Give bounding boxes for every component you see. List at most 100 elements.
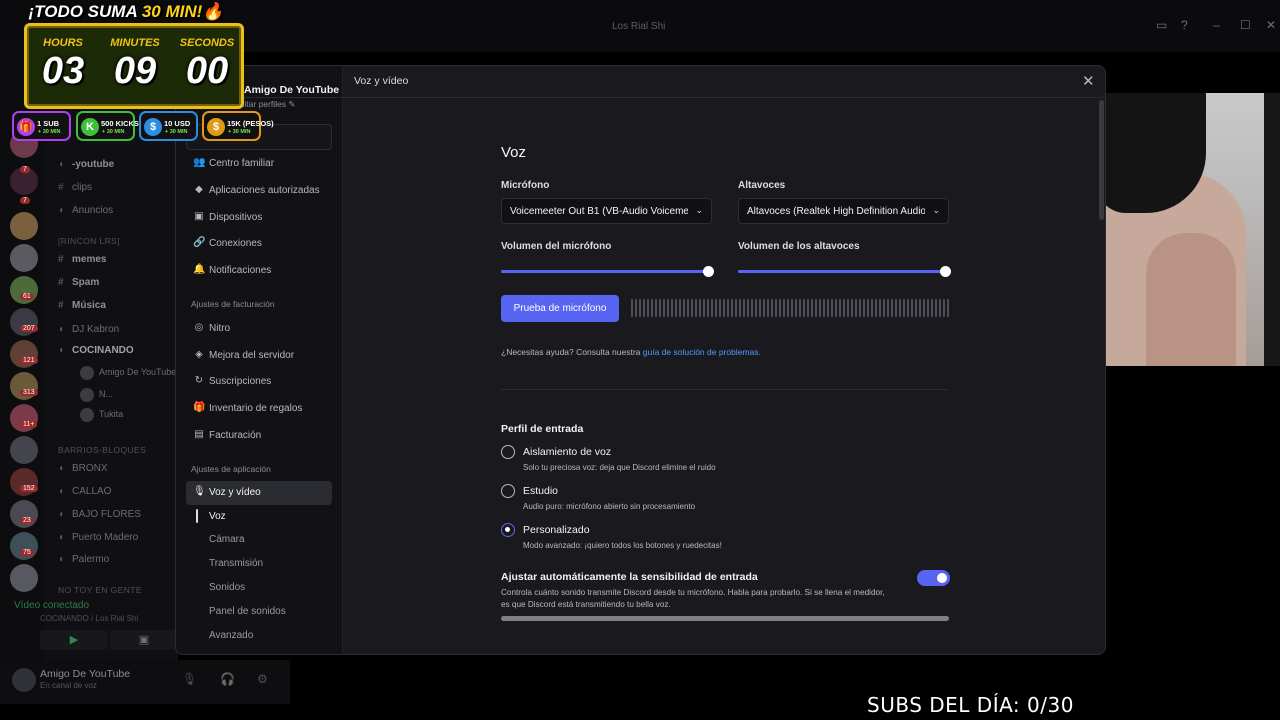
voice-user[interactable]: N... [99, 389, 113, 399]
channel-item[interactable]: # memes [58, 254, 106, 265]
voice-channel[interactable]: ◖ Puerto Madero [58, 532, 138, 543]
nav-devices[interactable]: ▣ Dispositivos [186, 206, 332, 230]
reward-sub: 🎁 1 SUB + 30 MIN [12, 111, 71, 141]
subnav-soundboard[interactable]: Panel de sonidos [209, 606, 286, 617]
voice-settings-content: Voz Micrófono Voicemeeter Out B1 (VB-Aud… [344, 99, 1097, 654]
radio-label[interactable]: Estudio [523, 485, 558, 497]
channel-category[interactable]: BARRIOS-BLOQUES [58, 445, 146, 455]
troubleshooting-link[interactable]: guía de solución de problemas. [643, 347, 761, 357]
maximize-button[interactable]: ☐ [1240, 18, 1251, 32]
radio-label[interactable]: Personalizado [523, 524, 590, 536]
subnav-sounds[interactable]: Sonidos [209, 582, 245, 593]
seconds-value: 00 [185, 50, 229, 92]
channel-item[interactable]: # Spam [58, 277, 99, 288]
channel-item[interactable]: # Música [58, 300, 106, 311]
slider-handle[interactable] [940, 266, 951, 277]
channel-item[interactable]: ◖ -youtube [58, 159, 114, 170]
server-icon[interactable] [10, 436, 38, 464]
nav-family-center[interactable]: 👥 Centro familiar [186, 152, 332, 176]
voice-channel[interactable]: ◖ CALLAO [58, 486, 111, 497]
radio-custom[interactable] [501, 523, 515, 537]
minutes-value: 09 [113, 50, 157, 92]
meter-bar [831, 299, 833, 317]
mic-test-button[interactable]: Prueba de micrófono [501, 295, 619, 322]
subnav-advanced[interactable]: Avanzado [209, 630, 253, 641]
channel-category[interactable]: [RINCON LRS] [58, 236, 120, 246]
voice-user[interactable]: Tukita [99, 409, 123, 419]
radio-label[interactable]: Aislamiento de voz [523, 446, 611, 458]
speakers-select[interactable]: Altavoces (Realtek High Definition Audio… [738, 198, 949, 224]
subathon-timer: ¡TODO SUMA 30 MIN!🔥 HOURS MINUTES SECOND… [6, 0, 274, 145]
section-title: Voz [501, 144, 527, 161]
inbox-icon[interactable]: ▭ [1156, 18, 1167, 32]
window-close-button[interactable]: ✕ [1266, 18, 1276, 32]
nav-voice-video[interactable]: 🎙 Voz y vídeo [186, 481, 332, 505]
meter-bar [859, 299, 861, 317]
close-icon[interactable]: ✕ [1082, 72, 1095, 90]
gear-icon[interactable]: ⚙ [257, 672, 268, 686]
nav-notifications[interactable]: 🔔 Notificaciones [186, 259, 332, 283]
unread-badge: 7 [20, 197, 30, 204]
input-level-meter [631, 299, 951, 317]
chevron-down-icon: ⌄ [932, 205, 940, 215]
nav-billing[interactable]: ▤ Facturación [186, 424, 332, 448]
channel-item[interactable]: # clips [58, 182, 92, 193]
mic-volume-slider[interactable] [501, 266, 714, 278]
meter-bar [723, 299, 725, 317]
slider-handle[interactable] [703, 266, 714, 277]
voice-channel[interactable]: ◖ DJ Kabron [58, 324, 119, 335]
timer-display: HOURS MINUTES SECONDS 03 09 00 [24, 23, 244, 109]
nav-nitro[interactable]: ◎ Nitro [186, 317, 332, 341]
auto-sensitivity-toggle[interactable] [917, 570, 950, 586]
meter-bar [771, 299, 773, 317]
channel-category[interactable]: NO TOY EN GENTE [58, 585, 142, 595]
reward-pesos: $ 15K (PESOS) + 30 MIN [202, 111, 274, 141]
headphones-icon[interactable]: 🎧 [220, 672, 235, 686]
microphone-label: Micrófono [501, 180, 550, 191]
meter-bar [795, 299, 797, 317]
subnav-streaming[interactable]: Transmisión [209, 558, 263, 569]
voice-channel-active[interactable]: ◖ COCINANDO [58, 345, 134, 356]
radio-description: Audio puro: micrófono abierto sin proces… [523, 502, 696, 511]
microphone-icon[interactable]: 🎙 [182, 672, 197, 686]
nav-gift-inventory[interactable]: 🎁 Inventario de regalos [186, 397, 332, 421]
server-icon[interactable] [10, 564, 38, 592]
divider [501, 389, 949, 390]
voice-user[interactable]: Amigo De YouTube [99, 367, 176, 377]
voice-channel[interactable]: ◖ BRONX [58, 463, 108, 474]
scrollbar[interactable] [1099, 100, 1104, 220]
speaker-volume-slider[interactable] [738, 266, 951, 278]
voice-channel[interactable]: ◖ Palermo [58, 554, 109, 565]
help-text: ¿Necesitas ayuda? Consulta nuestra guía … [501, 347, 761, 357]
voice-channel[interactable]: ◖ BAJO FLORES [58, 509, 141, 520]
radio-studio[interactable] [501, 484, 515, 498]
input-profile-heading: Perfil de entrada [501, 423, 584, 435]
meter-bar [683, 299, 685, 317]
channel-item[interactable]: ◖ Anuncios [58, 205, 113, 216]
radio-voice-isolation[interactable] [501, 445, 515, 459]
server-icon[interactable] [10, 244, 38, 272]
subnav-camera[interactable]: Cámara [209, 534, 245, 545]
nav-authorized-apps[interactable]: ◆ Aplicaciones autorizadas [186, 179, 332, 203]
fire-icon: 🔥 [202, 2, 224, 21]
meter-bar [651, 299, 653, 317]
help-icon[interactable]: ? [1181, 18, 1188, 32]
microphone-select[interactable]: Voicemeeter Out B1 (VB-Audio Voicemeeter… [501, 198, 712, 224]
meter-bar [739, 299, 741, 317]
server-icon[interactable] [10, 212, 38, 240]
minimize-button[interactable]: – [1213, 18, 1220, 32]
screen-share-button[interactable]: ▣ [110, 630, 178, 650]
meter-bar [811, 299, 813, 317]
meter-bar [791, 299, 793, 317]
voice-connected-location[interactable]: COCINANDO / Los Rial Shi [40, 614, 138, 623]
seconds-label: SECONDS [179, 37, 235, 49]
subnav-voice[interactable]: Voz [209, 511, 226, 522]
avatar[interactable] [12, 668, 36, 692]
meter-bar [875, 299, 877, 317]
nav-connections[interactable]: 🔗 Conexiones [186, 232, 332, 256]
unread-badge: 75 [20, 549, 34, 556]
video-camera-button[interactable]: ▶ [40, 630, 108, 650]
nav-subscriptions[interactable]: ↻ Suscripciones [186, 370, 332, 394]
nav-server-boost[interactable]: ◈ Mejora del servidor [186, 344, 332, 368]
meter-bar [879, 299, 881, 317]
